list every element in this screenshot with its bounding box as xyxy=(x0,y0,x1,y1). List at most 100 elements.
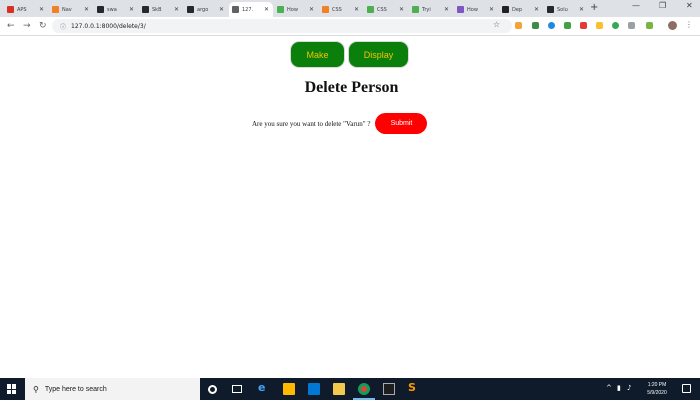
close-tab-icon[interactable]: ✕ xyxy=(579,6,584,13)
tray-expand-icon[interactable]: ^ xyxy=(606,384,612,392)
stackoverflow-icon xyxy=(322,6,329,13)
tab-title: CSS xyxy=(377,6,387,13)
extension-icon[interactable] xyxy=(564,22,571,29)
make-button[interactable]: Make xyxy=(290,41,345,68)
close-tab-icon[interactable]: ✕ xyxy=(354,6,359,13)
nav-buttons: Make Display xyxy=(290,41,409,68)
search-icon: ⚲ xyxy=(33,384,39,394)
extension-icon[interactable] xyxy=(612,22,619,29)
tab-title: Dep xyxy=(512,6,523,13)
mail-icon[interactable] xyxy=(308,383,320,395)
browser-tab[interactable]: CSS ✕ xyxy=(319,2,363,17)
tab-title: APS xyxy=(17,6,27,13)
stackoverflow-icon xyxy=(457,6,464,13)
close-tab-icon[interactable]: ✕ xyxy=(129,6,134,13)
info-icon[interactable]: ⓘ xyxy=(60,22,66,31)
tab-title: How xyxy=(467,6,478,13)
close-tab-icon[interactable]: ✕ xyxy=(489,6,494,13)
stackoverflow-icon xyxy=(52,6,59,13)
notification-icon[interactable] xyxy=(682,384,691,393)
book-icon xyxy=(502,6,509,13)
tab-title: SkB xyxy=(152,6,162,13)
browser-tab[interactable]: CSS ✕ xyxy=(364,2,408,17)
extension-icon[interactable] xyxy=(596,22,603,29)
chrome-icon[interactable] xyxy=(358,383,370,395)
display-button[interactable]: Display xyxy=(348,41,409,68)
extension-icon[interactable] xyxy=(515,22,522,29)
address-bar[interactable]: ⓘ 127.0.0.1:8000/delete/3/ xyxy=(52,19,512,33)
github-icon xyxy=(97,6,104,13)
close-tab-icon[interactable]: ✕ xyxy=(264,6,269,13)
browser-tab[interactable]: How ✕ xyxy=(454,2,498,17)
browser-tab[interactable]: 127. ✕ xyxy=(229,2,273,17)
clock-date: 5/9/2020 xyxy=(647,390,667,396)
store-icon[interactable] xyxy=(283,383,295,395)
w3schools-icon xyxy=(277,6,284,13)
extension-icon[interactable] xyxy=(628,22,635,29)
tab-title: Solu xyxy=(557,6,568,13)
tab-title: Tryi xyxy=(422,6,431,13)
gmail-icon xyxy=(7,6,14,13)
volume-icon[interactable]: ♪ xyxy=(627,384,631,392)
sublime-text-icon[interactable]: S xyxy=(408,381,420,394)
system-clock[interactable]: 1:20 PM 5/9/2020 xyxy=(640,381,674,397)
search-placeholder: Type here to search xyxy=(44,385,107,393)
extension-icon[interactable] xyxy=(532,22,539,29)
tab-title: How xyxy=(287,6,298,13)
browser-tab[interactable]: Nav ✕ xyxy=(49,2,93,17)
close-tab-icon[interactable]: ✕ xyxy=(534,6,539,13)
close-tab-icon[interactable]: ✕ xyxy=(444,6,449,13)
bookmark-star-icon[interactable]: ☆ xyxy=(493,20,500,29)
extension-icon[interactable] xyxy=(646,22,653,29)
cortana-icon[interactable] xyxy=(208,385,217,394)
url-text: 127.0.0.1:8000/delete/3/ xyxy=(71,22,146,30)
close-tab-icon[interactable]: ✕ xyxy=(174,6,179,13)
close-tab-icon[interactable]: ✕ xyxy=(399,6,404,13)
forward-icon[interactable]: → xyxy=(23,21,31,31)
close-tab-icon[interactable]: ✕ xyxy=(219,6,224,13)
taskbar: ⚲ Type here to search e S ^ ▮ ♪ 1:20 PM … xyxy=(0,378,700,400)
confirm-row: Are you sure you want to delete "Varun" … xyxy=(252,113,428,134)
browser-toolbar: ← → ↻ ⓘ 127.0.0.1:8000/delete/3/ ☆ ⋮ xyxy=(0,17,700,36)
taskbar-search[interactable]: ⚲ Type here to search xyxy=(25,378,200,400)
restore-icon[interactable]: ❐ xyxy=(659,1,666,10)
browser-tab[interactable]: How ✕ xyxy=(274,2,318,17)
profile-avatar[interactable] xyxy=(668,21,677,30)
browser-tab[interactable]: Dep ✕ xyxy=(499,2,543,17)
terminal-icon[interactable] xyxy=(383,383,395,395)
menu-icon[interactable]: ⋮ xyxy=(685,20,693,29)
submit-button[interactable]: Submit xyxy=(375,113,428,134)
reload-icon[interactable]: ↻ xyxy=(39,21,47,31)
w3schools-icon xyxy=(367,6,374,13)
battery-icon[interactable]: ▮ xyxy=(617,384,621,392)
extension-icon[interactable] xyxy=(548,22,555,29)
close-tab-icon[interactable]: ✕ xyxy=(309,6,314,13)
browser-tab[interactable]: swa ✕ xyxy=(94,2,138,17)
edge-icon[interactable]: e xyxy=(258,381,270,394)
close-tab-icon[interactable]: ✕ xyxy=(39,6,44,13)
back-icon[interactable]: ← xyxy=(7,21,15,31)
confirm-message: Are you sure you want to delete "Varun" … xyxy=(252,119,371,128)
minimize-icon[interactable]: — xyxy=(632,1,640,10)
tab-title: swa xyxy=(107,6,117,13)
w3schools-icon xyxy=(412,6,419,13)
browser-tab[interactable]: APS ✕ xyxy=(4,2,48,17)
close-window-icon[interactable]: ✕ xyxy=(686,1,693,10)
file-explorer-icon[interactable] xyxy=(333,383,345,395)
new-tab-button[interactable]: + xyxy=(590,2,598,13)
github-icon xyxy=(142,6,149,13)
browser-tab[interactable]: SkB ✕ xyxy=(139,2,183,17)
browser-tab[interactable]: argo ✕ xyxy=(184,2,228,17)
extension-icon[interactable] xyxy=(580,22,587,29)
github-icon xyxy=(547,6,554,13)
tab-title: argo xyxy=(197,6,209,13)
globe-icon xyxy=(232,6,239,13)
windows-start-icon[interactable] xyxy=(7,384,17,394)
close-tab-icon[interactable]: ✕ xyxy=(84,6,89,13)
clock-time: 1:20 PM xyxy=(647,382,667,388)
tab-title: CSS xyxy=(332,6,342,13)
github-icon xyxy=(187,6,194,13)
task-view-icon[interactable] xyxy=(232,385,242,393)
browser-tab[interactable]: Tryi ✕ xyxy=(409,2,453,17)
browser-tab[interactable]: Solu ✕ xyxy=(544,2,588,17)
